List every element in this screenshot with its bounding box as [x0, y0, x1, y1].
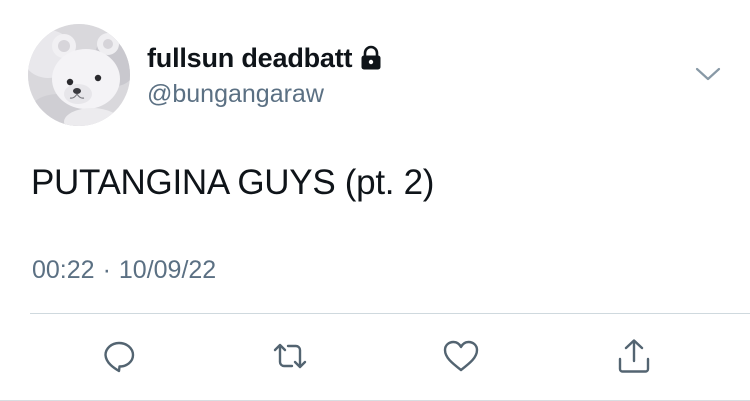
handle[interactable]: @bungangaraw [147, 80, 324, 109]
retweet-icon [270, 338, 310, 374]
tweet-text: PUTANGINA GUYS (pt. 2) [31, 163, 435, 202]
reply-button[interactable] [99, 336, 139, 376]
tweet-timestamp[interactable]: 00:22 · 10/09/22 [32, 256, 216, 285]
like-button[interactable] [441, 336, 481, 376]
author-name-row: fullsun deadbatt [147, 41, 382, 75]
tweet-date: 10/09/22 [118, 256, 217, 284]
tweet-time: 00:22 [32, 256, 95, 284]
reply-icon [101, 338, 137, 374]
avatar[interactable] [28, 24, 130, 126]
share-icon [616, 337, 652, 375]
share-button[interactable] [614, 336, 654, 376]
action-bar [0, 330, 750, 382]
tweet: fullsun deadbatt @bungangaraw PUTANGINA … [0, 0, 750, 401]
lock-icon [360, 45, 382, 71]
avatar-image [28, 24, 130, 126]
divider [30, 313, 750, 314]
retweet-button[interactable] [270, 336, 310, 376]
chevron-down-icon[interactable] [694, 62, 722, 86]
meta-separator: · [102, 256, 111, 284]
display-name[interactable]: fullsun deadbatt [147, 43, 353, 74]
heart-icon [442, 339, 480, 373]
